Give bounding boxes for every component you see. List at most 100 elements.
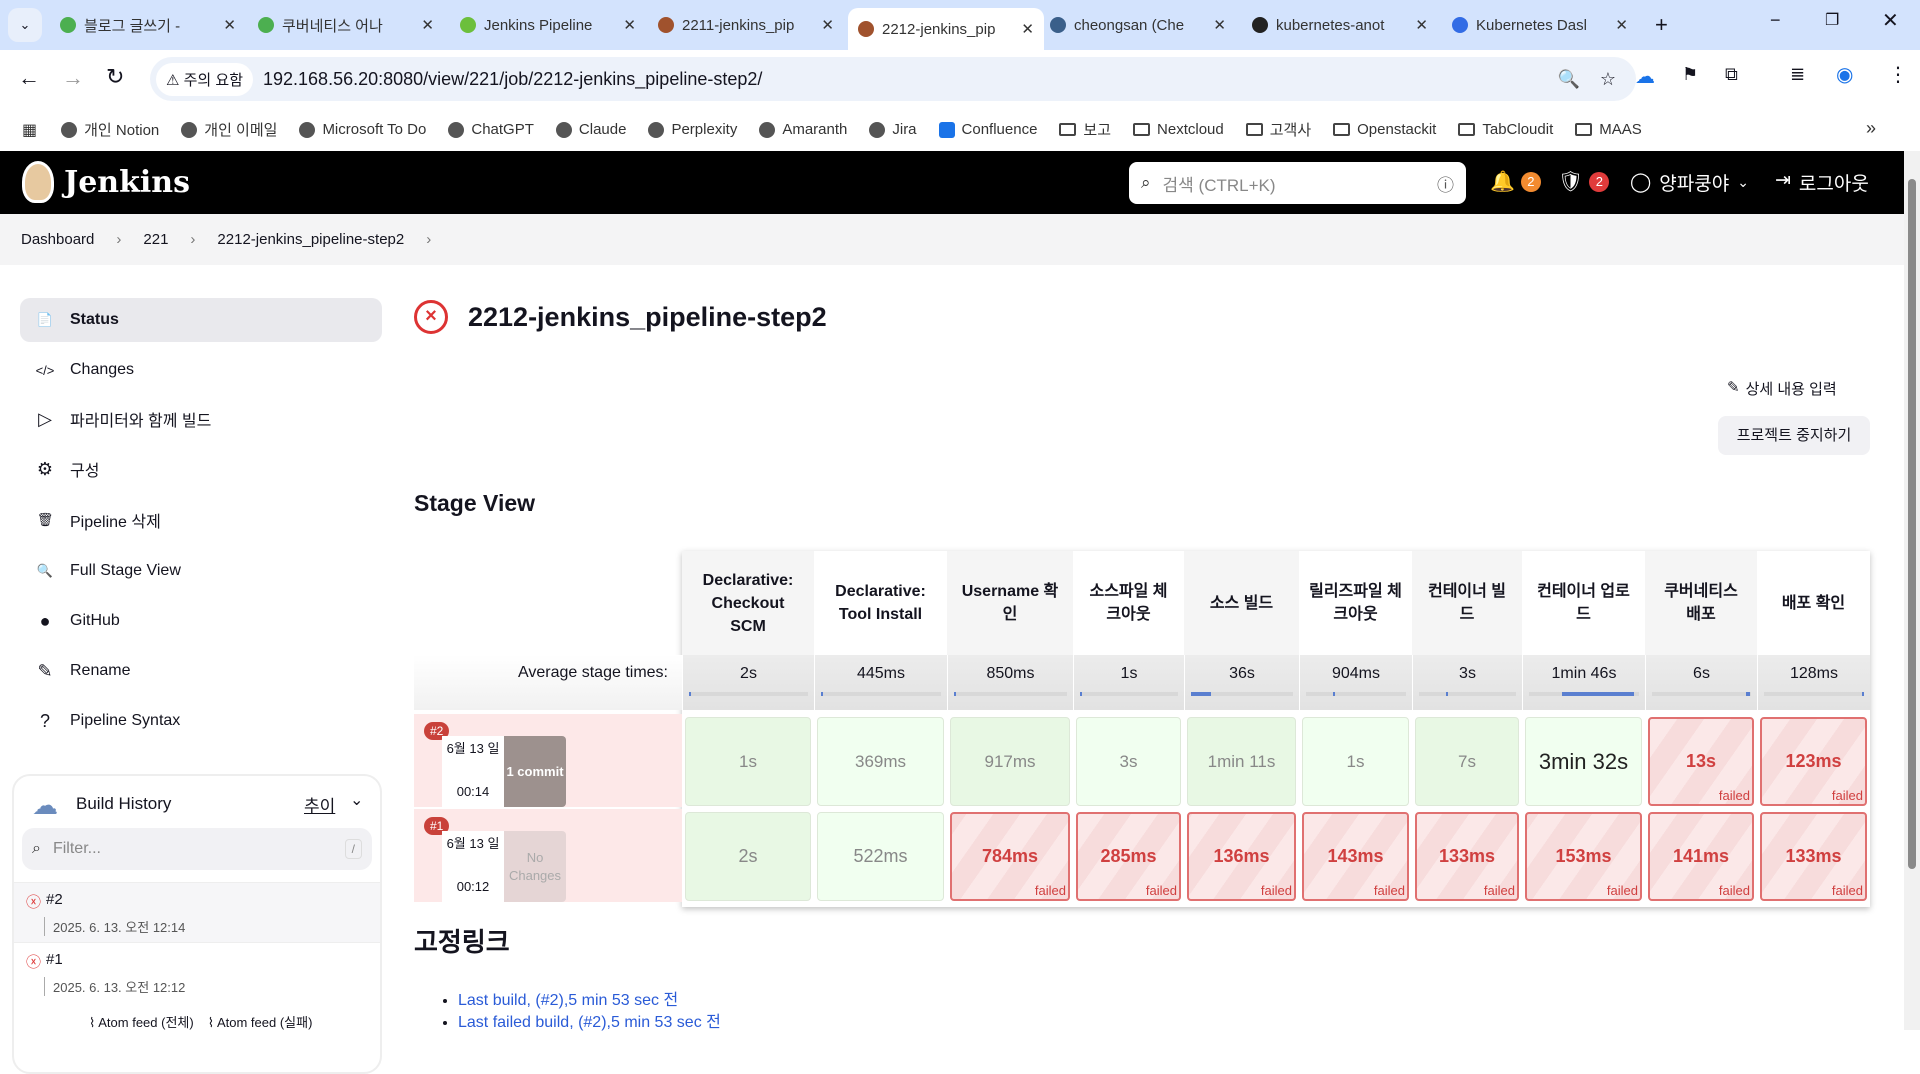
- bookmark-item[interactable]: Amaranth: [759, 119, 847, 140]
- stage-cell[interactable]: 1min 11s: [1187, 717, 1296, 806]
- cloud-extension-icon[interactable]: ☁: [1635, 64, 1655, 89]
- edit-description-link[interactable]: ✎ 상세 내용 입력: [1727, 378, 1837, 399]
- chevron-down-icon[interactable]: ⌄: [350, 790, 363, 810]
- bookmark-item[interactable]: Confluence: [938, 119, 1037, 140]
- stage-cell[interactable]: 522ms: [817, 812, 944, 901]
- bookmark-item[interactable]: 개인 Notion: [61, 119, 159, 140]
- tab-close-icon[interactable]: ✕: [1415, 16, 1428, 34]
- stage-cell[interactable]: 917ms: [950, 717, 1070, 806]
- breadcrumb-item[interactable]: 2212-jenkins_pipeline-step2: [217, 231, 404, 248]
- tab-search-button[interactable]: ⌄: [8, 8, 42, 42]
- tab-close-icon[interactable]: ✕: [1213, 16, 1226, 34]
- zoom-icon[interactable]: 🔍: [1557, 69, 1579, 90]
- last-build-link[interactable]: Last build, (#2),5 min 53 sec 전: [458, 992, 678, 1009]
- sidebar-item[interactable]: ⚙ 구성: [20, 447, 382, 491]
- browser-tab[interactable]: Kubernetes Dasl ✕: [1442, 8, 1638, 42]
- browser-tab[interactable]: cheongsan (Che ✕: [1040, 8, 1236, 42]
- bookmark-folder[interactable]: Openstackit: [1333, 119, 1436, 140]
- bookmark-folder[interactable]: 보고: [1059, 119, 1111, 140]
- bookmark-item[interactable]: Microsoft To Do: [299, 119, 426, 140]
- build-row-label[interactable]: #1 6월 13 일 00:12 No Changes: [414, 809, 682, 902]
- more-bookmarks-icon[interactable]: »: [1866, 118, 1876, 139]
- browser-tab[interactable]: 블로그 글쓰기 - ✕: [50, 8, 246, 42]
- restore-button[interactable]: ❐: [1825, 10, 1839, 30]
- build-history-entry[interactable]: ⓧ #2 2025. 6. 13. 오전 12:14: [14, 882, 380, 942]
- stage-cell[interactable]: 153ms failed: [1525, 812, 1642, 901]
- new-tab-button[interactable]: +: [1655, 12, 1668, 38]
- sidebar-item[interactable]: 📄 Status: [20, 298, 382, 342]
- trend-link[interactable]: 추이: [304, 792, 335, 817]
- tab-close-icon[interactable]: ✕: [421, 16, 434, 34]
- stage-cell[interactable]: 133ms failed: [1760, 812, 1867, 901]
- reload-icon[interactable]: ↻: [106, 64, 124, 90]
- browser-tab[interactable]: kubernetes-anot ✕: [1242, 8, 1438, 42]
- build-filter-input[interactable]: ⌕ Filter... /: [22, 828, 372, 870]
- menu-icon[interactable]: ⋮: [1888, 62, 1908, 87]
- bookmark-folder[interactable]: Nextcloud: [1133, 119, 1224, 140]
- bookmark-star-icon[interactable]: ☆: [1600, 69, 1616, 90]
- build-date-link[interactable]: 2025. 6. 13. 오전 12:12: [44, 977, 185, 996]
- build-history-entry[interactable]: ⓧ #1 2025. 6. 13. 오전 12:12: [14, 942, 380, 1002]
- extension-icon[interactable]: ⚑: [1682, 64, 1698, 85]
- bookmark-folder[interactable]: TabCloudit: [1458, 119, 1553, 140]
- security-warning-chip[interactable]: ⚠ 주의 요함: [156, 62, 253, 96]
- forward-icon[interactable]: →: [62, 65, 84, 91]
- sidebar-item[interactable]: ● GitHub: [20, 599, 382, 643]
- bookmark-item[interactable]: Claude: [555, 119, 626, 140]
- sidebar-item[interactable]: 🗑 Pipeline 삭제: [20, 498, 382, 542]
- sidebar-item[interactable]: </> Changes: [20, 348, 382, 392]
- sidebar-item[interactable]: 🔍 Full Stage View: [20, 549, 382, 593]
- close-window-button[interactable]: ✕: [1882, 8, 1899, 33]
- stage-cell[interactable]: 143ms failed: [1302, 812, 1409, 901]
- disable-project-button[interactable]: 프로젝트 중지하기: [1718, 416, 1870, 455]
- atom-feed-failed-link[interactable]: ⌇ Atom feed (실패): [208, 1012, 313, 1031]
- stage-cell[interactable]: 123ms failed: [1760, 717, 1867, 806]
- omnibox[interactable]: ⚠ 주의 요함 192.168.56.20:8080/view/221/job/…: [150, 57, 1636, 101]
- breadcrumb-item[interactable]: Dashboard: [21, 231, 94, 248]
- build-row-label[interactable]: #2 6월 13 일 00:14 1 commit: [414, 714, 682, 807]
- stage-cell[interactable]: 7s: [1415, 717, 1519, 806]
- atom-feed-all-link[interactable]: ⌇ Atom feed (전체): [89, 1012, 194, 1031]
- stage-cell[interactable]: 13s failed: [1648, 717, 1754, 806]
- user-menu[interactable]: ◯ 양파쿵야 ⌄: [1630, 169, 1749, 196]
- build-number-link[interactable]: #1: [46, 951, 63, 968]
- search-input[interactable]: ⌕ 검색 (CTRL+K) ⓘ: [1129, 162, 1466, 204]
- bookmark-item[interactable]: ChatGPT: [448, 119, 534, 140]
- sidebar-item[interactable]: ▷ 파라미터와 함께 빌드: [20, 397, 382, 441]
- tab-close-icon[interactable]: ✕: [223, 16, 236, 34]
- scrollbar-thumb[interactable]: [1908, 179, 1916, 869]
- stage-cell[interactable]: 369ms: [817, 717, 944, 806]
- stage-cell[interactable]: 784ms failed: [950, 812, 1070, 901]
- tab-close-icon[interactable]: ✕: [1021, 20, 1034, 38]
- notifications-button[interactable]: 🔔 2: [1490, 169, 1541, 194]
- apps-icon[interactable]: ▦: [22, 120, 37, 140]
- tab-close-icon[interactable]: ✕: [821, 16, 834, 34]
- stage-cell[interactable]: 141ms failed: [1648, 812, 1754, 901]
- security-button[interactable]: 🛡 2: [1558, 169, 1610, 194]
- browser-tab[interactable]: 2211-jenkins_pip ✕: [648, 8, 844, 42]
- bookmark-folder[interactable]: MAAS: [1575, 119, 1642, 140]
- bookmark-item[interactable]: Perplexity: [648, 119, 737, 140]
- stage-cell[interactable]: 136ms failed: [1187, 812, 1296, 901]
- bookmark-folder[interactable]: 고객사: [1245, 119, 1311, 140]
- bookmark-item[interactable]: 개인 이메일: [181, 119, 277, 140]
- extensions-puzzle-icon[interactable]: ⧉: [1725, 64, 1738, 85]
- browser-tab[interactable]: 쿠버네티스 어나 ✕: [248, 8, 444, 42]
- url-text[interactable]: 192.168.56.20:8080/view/221/job/2212-jen…: [263, 69, 762, 90]
- tab-close-icon[interactable]: ✕: [623, 16, 636, 34]
- breadcrumb-item[interactable]: 221: [143, 231, 168, 248]
- stage-cell[interactable]: 3s: [1076, 717, 1181, 806]
- sidebar-item[interactable]: ? Pipeline Syntax: [20, 699, 382, 743]
- sidebar-item[interactable]: ✎ Rename: [20, 649, 382, 693]
- tab-close-icon[interactable]: ✕: [1615, 16, 1628, 34]
- help-icon[interactable]: ⓘ: [1437, 171, 1454, 196]
- profile-icon[interactable]: ◉: [1836, 62, 1853, 87]
- media-icon[interactable]: ≣: [1790, 64, 1805, 85]
- back-icon[interactable]: ←: [18, 65, 40, 91]
- build-number-link[interactable]: #2: [46, 891, 63, 908]
- minimize-button[interactable]: −: [1770, 10, 1781, 31]
- stage-cell[interactable]: 285ms failed: [1076, 812, 1181, 901]
- stage-cell[interactable]: 1s: [685, 717, 811, 806]
- build-changes[interactable]: 1 commit: [504, 736, 566, 807]
- browser-tab[interactable]: Jenkins Pipeline ✕: [450, 8, 646, 42]
